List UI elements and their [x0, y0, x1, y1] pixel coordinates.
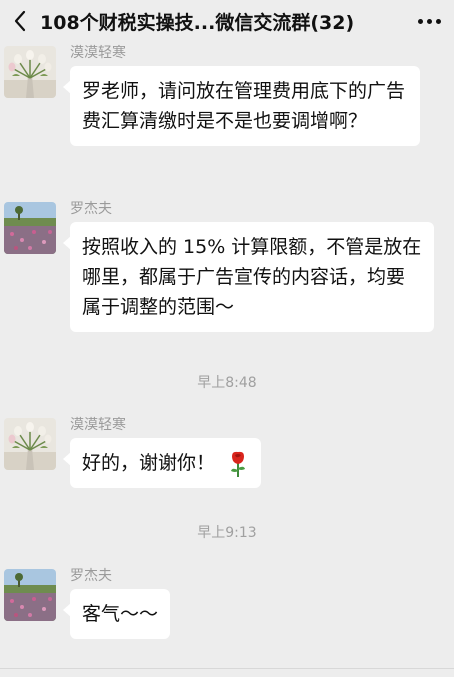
back-button[interactable] — [0, 0, 40, 42]
divider — [0, 668, 454, 669]
timestamp: 早上8:48 — [197, 375, 257, 391]
message-text: 罗老师，请问放在管理费用底下的广告费汇算清缴时是不是也要调增啊？ — [82, 80, 406, 132]
message-item: 漠漠轻寒 罗老师，请问放在管理费用底下的广告费汇算清缴时是不是也要调增啊？ — [4, 45, 420, 146]
message-text: 客气～～ — [82, 603, 159, 625]
tulips-avatar[interactable] — [4, 46, 56, 98]
chat-area[interactable]: 漠漠轻寒 罗老师，请问放在管理费用底下的广告费汇算清缴时是不是也要调增啊？ 罗杰… — [0, 42, 454, 677]
message-text: 好的，谢谢你！ — [82, 452, 216, 474]
chevron-left-icon — [14, 10, 26, 32]
chat-header: 108个财税实操技...微信交流群(32) — [0, 0, 454, 42]
more-dots-icon — [417, 18, 423, 24]
message-item: 漠漠轻寒 好的，谢谢你！ — [4, 417, 262, 488]
message-bubble[interactable]: 客气～～ — [62, 589, 171, 639]
message-item: 罗杰夫 按照收入的 15% 计算限额，不管是放在哪里，都属于广告宣传的内容话，均… — [4, 201, 434, 332]
message-text: 按照收入的 15% 计算限额，不管是放在哪里，都属于广告宣传的内容话，均要属于调… — [82, 236, 422, 318]
landscape-avatar[interactable] — [4, 202, 56, 254]
more-button[interactable] — [404, 0, 454, 42]
message-bubble[interactable]: 按照收入的 15% 计算限额，不管是放在哪里，都属于广告宣传的内容话，均要属于调… — [63, 222, 434, 332]
rose-icon — [231, 451, 246, 477]
sender-name: 罗杰夫 — [70, 568, 112, 584]
message-bubble[interactable]: 好的，谢谢你！ — [62, 438, 262, 488]
sender-name: 罗杰夫 — [70, 201, 112, 217]
sender-name: 漠漠轻寒 — [70, 417, 126, 433]
message-item: 罗杰夫 客气～～ — [4, 568, 171, 639]
timestamp: 早上9:13 — [197, 525, 257, 541]
tulips-avatar[interactable] — [4, 418, 56, 470]
landscape-avatar[interactable] — [4, 569, 56, 621]
sender-name: 漠漠轻寒 — [70, 45, 126, 61]
message-bubble[interactable]: 罗老师，请问放在管理费用底下的广告费汇算清缴时是不是也要调增啊？ — [63, 66, 420, 146]
chat-title: 108个财税实操技...微信交流群(32) — [40, 11, 355, 34]
